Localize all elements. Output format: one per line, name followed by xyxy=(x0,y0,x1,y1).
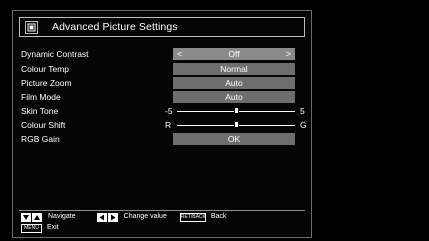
arrow-left-icon[interactable]: < xyxy=(177,48,182,60)
row-colour-shift[interactable]: Colour Shift R G xyxy=(21,118,307,132)
colour-shift-max-label: G xyxy=(300,120,307,130)
row-skin-tone[interactable]: Skin Tone -5 5 xyxy=(21,104,305,118)
row-label: Film Mode xyxy=(21,92,61,102)
rgb-gain-value: OK xyxy=(227,134,241,144)
row-rgb-gain[interactable]: RGB Gain OK xyxy=(21,132,301,146)
footer-divider xyxy=(19,210,305,211)
footer-hints-row-1: Navigate Change value RET/BACK Back xyxy=(21,212,226,222)
left-arrow-key-icon xyxy=(96,212,107,222)
skin-tone-slider-thumb[interactable] xyxy=(234,107,239,114)
film-mode-value: Auto xyxy=(225,92,243,102)
dynamic-contrast-value: Off xyxy=(228,49,240,59)
colour-temp-value: Normal xyxy=(220,64,248,74)
row-label: Dynamic Contrast xyxy=(21,49,89,59)
advanced-picture-settings-menu: Advanced Picture Settings Dynamic Contra… xyxy=(12,10,312,238)
skin-tone-min-label: -5 xyxy=(165,106,173,116)
film-mode-value-box[interactable]: Auto xyxy=(173,91,295,103)
menu-title: Advanced Picture Settings xyxy=(52,21,178,33)
colour-shift-min-label: R xyxy=(165,120,172,130)
menu-title-bar: Advanced Picture Settings xyxy=(19,17,305,37)
row-label: Colour Shift xyxy=(21,120,66,130)
row-label: Skin Tone xyxy=(21,106,59,116)
navigate-hint: Navigate xyxy=(48,213,76,220)
row-film-mode[interactable]: Film Mode Auto xyxy=(21,90,301,104)
down-arrow-key-icon xyxy=(21,212,31,222)
side-panel xyxy=(316,10,429,238)
colour-shift-slider-thumb[interactable] xyxy=(234,121,239,128)
rgb-gain-ok-button[interactable]: OK xyxy=(173,133,295,145)
picture-zoom-value: Auto xyxy=(225,78,243,88)
ret-back-key-icon: RET/BACK xyxy=(179,212,206,222)
colour-temp-value-box[interactable]: Normal xyxy=(173,63,295,75)
footer-hints-row-2: MENU Exit xyxy=(21,223,59,233)
picture-zoom-value-box[interactable]: Auto xyxy=(173,77,295,89)
tv-screen: Advanced Picture Settings Dynamic Contra… xyxy=(0,0,429,241)
back-hint: Back xyxy=(210,213,227,220)
arrow-right-icon[interactable]: > xyxy=(286,48,291,60)
picture-settings-icon xyxy=(25,20,38,34)
row-picture-zoom[interactable]: Picture Zoom Auto xyxy=(21,76,301,90)
skin-tone-max-label: 5 xyxy=(300,106,305,116)
up-arrow-key-icon xyxy=(32,212,42,222)
row-label: Picture Zoom xyxy=(21,78,72,88)
menu-key-icon: MENU xyxy=(21,223,42,233)
right-arrow-key-icon xyxy=(107,212,118,222)
row-label: RGB Gain xyxy=(21,134,60,144)
change-value-hint: Change value xyxy=(123,213,167,220)
row-dynamic-contrast[interactable]: Dynamic Contrast < Off > xyxy=(21,47,301,61)
exit-hint: Exit xyxy=(47,224,59,231)
dynamic-contrast-selector[interactable]: < Off > xyxy=(173,48,295,60)
row-colour-temp[interactable]: Colour Temp Normal xyxy=(21,62,301,76)
row-label: Colour Temp xyxy=(21,64,70,74)
